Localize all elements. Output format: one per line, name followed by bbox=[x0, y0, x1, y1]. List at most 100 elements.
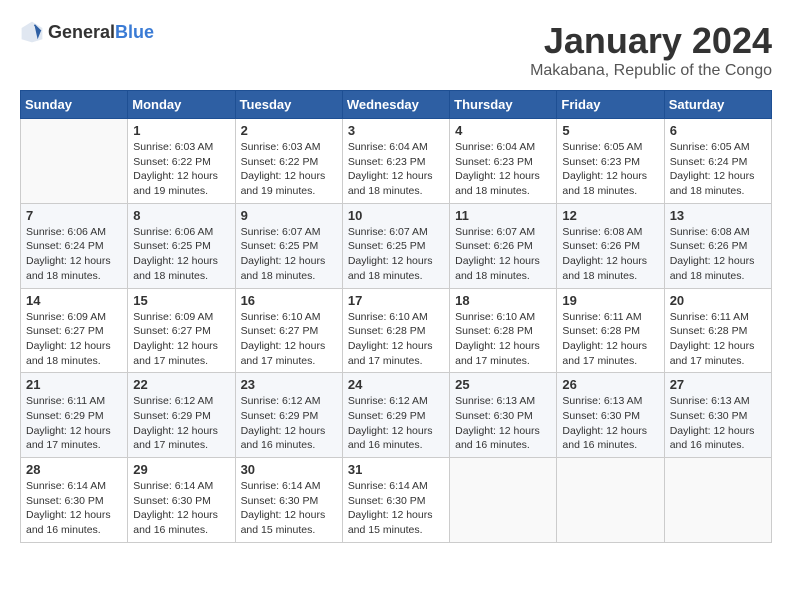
day-number: 28 bbox=[26, 462, 122, 477]
day-number: 16 bbox=[241, 293, 337, 308]
day-info: Sunrise: 6:09 AMSunset: 6:27 PMDaylight:… bbox=[133, 310, 229, 369]
calendar-body: 1 Sunrise: 6:03 AMSunset: 6:22 PMDaylight… bbox=[21, 119, 772, 543]
day-number: 27 bbox=[670, 377, 766, 392]
day-info: Sunrise: 6:03 AMSunset: 6:22 PMDaylight:… bbox=[241, 140, 337, 199]
day-number: 31 bbox=[348, 462, 444, 477]
calendar-cell: 5Sunrise: 6:05 AMSunset: 6:23 PMDaylight… bbox=[557, 119, 664, 204]
day-info: Sunrise: 6:03 AMSunset: 6:22 PMDaylight:… bbox=[133, 140, 229, 199]
day-info: Sunrise: 6:10 AMSunset: 6:28 PMDaylight:… bbox=[455, 310, 551, 369]
calendar-cell: 23 Sunrise: 6:12 AMSunset: 6:29 PMDayligh… bbox=[235, 373, 342, 458]
day-number: 18 bbox=[455, 293, 551, 308]
day-number: 13 bbox=[670, 208, 766, 223]
calendar-week-row: 7 Sunrise: 6:06 AMSunset: 6:24 PMDaylight… bbox=[21, 203, 772, 288]
calendar-week-row: 1 Sunrise: 6:03 AMSunset: 6:22 PMDaylight… bbox=[21, 119, 772, 204]
calendar-cell: 10Sunrise: 6:07 AMSunset: 6:25 PMDayligh… bbox=[342, 203, 449, 288]
calendar-cell: 24 Sunrise: 6:12 AMSunset: 6:29 PMDayligh… bbox=[342, 373, 449, 458]
day-number: 24 bbox=[348, 377, 444, 392]
day-info: Sunrise: 6:05 AMSunset: 6:24 PMDaylight:… bbox=[670, 140, 766, 199]
calendar-cell: 13Sunrise: 6:08 AMSunset: 6:26 PMDayligh… bbox=[664, 203, 771, 288]
general-blue-logo-icon bbox=[20, 20, 44, 44]
day-info: Sunrise: 6:08 AMSunset: 6:26 PMDaylight:… bbox=[562, 225, 658, 284]
day-number: 26 bbox=[562, 377, 658, 392]
calendar-cell: 29 Sunrise: 6:14 AMSunset: 6:30 PMDayligh… bbox=[128, 458, 235, 543]
logo-text: GeneralBlue bbox=[48, 22, 154, 43]
calendar-week-row: 28 Sunrise: 6:14 AMSunset: 6:30 PMDayligh… bbox=[21, 458, 772, 543]
day-number: 9 bbox=[241, 208, 337, 223]
day-of-week-header: Monday bbox=[128, 91, 235, 119]
calendar-cell: 14 Sunrise: 6:09 AMSunset: 6:27 PMDayligh… bbox=[21, 288, 128, 373]
day-of-week-header: Tuesday bbox=[235, 91, 342, 119]
day-info: Sunrise: 6:12 AMSunset: 6:29 PMDaylight:… bbox=[241, 394, 337, 453]
day-of-week-header: Friday bbox=[557, 91, 664, 119]
day-info: Sunrise: 6:14 AMSunset: 6:30 PMDaylight:… bbox=[348, 479, 444, 538]
day-info: Sunrise: 6:14 AMSunset: 6:30 PMDaylight:… bbox=[133, 479, 229, 538]
day-info: Sunrise: 6:11 AMSunset: 6:28 PMDaylight:… bbox=[562, 310, 658, 369]
calendar-cell: 18 Sunrise: 6:10 AMSunset: 6:28 PMDayligh… bbox=[450, 288, 557, 373]
calendar-cell: 28 Sunrise: 6:14 AMSunset: 6:30 PMDayligh… bbox=[21, 458, 128, 543]
calendar-cell: 22Sunrise: 6:12 AMSunset: 6:29 PMDayligh… bbox=[128, 373, 235, 458]
day-number: 3 bbox=[348, 123, 444, 138]
calendar-cell: 3 Sunrise: 6:04 AMSunset: 6:23 PMDaylight… bbox=[342, 119, 449, 204]
day-number: 19 bbox=[562, 293, 658, 308]
calendar-cell: 26 Sunrise: 6:13 AMSunset: 6:30 PMDayligh… bbox=[557, 373, 664, 458]
calendar-header: SundayMondayTuesdayWednesdayThursdayFrid… bbox=[21, 91, 772, 119]
calendar-week-row: 14 Sunrise: 6:09 AMSunset: 6:27 PMDayligh… bbox=[21, 288, 772, 373]
day-number: 11 bbox=[455, 208, 551, 223]
day-number: 20 bbox=[670, 293, 766, 308]
day-of-week-header: Saturday bbox=[664, 91, 771, 119]
day-number: 8 bbox=[133, 208, 229, 223]
day-number: 29 bbox=[133, 462, 229, 477]
calendar-cell: 2 Sunrise: 6:03 AMSunset: 6:22 PMDaylight… bbox=[235, 119, 342, 204]
days-of-week-row: SundayMondayTuesdayWednesdayThursdayFrid… bbox=[21, 91, 772, 119]
day-info: Sunrise: 6:06 AMSunset: 6:25 PMDaylight:… bbox=[133, 225, 229, 284]
day-info: Sunrise: 6:10 AMSunset: 6:28 PMDaylight:… bbox=[348, 310, 444, 369]
calendar-cell: 31 Sunrise: 6:14 AMSunset: 6:30 PMDayligh… bbox=[342, 458, 449, 543]
day-number: 2 bbox=[241, 123, 337, 138]
day-info: Sunrise: 6:14 AMSunset: 6:30 PMDaylight:… bbox=[26, 479, 122, 538]
calendar-cell bbox=[664, 458, 771, 543]
calendar-cell: 1 Sunrise: 6:03 AMSunset: 6:22 PMDaylight… bbox=[128, 119, 235, 204]
day-info: Sunrise: 6:04 AMSunset: 6:23 PMDaylight:… bbox=[348, 140, 444, 199]
day-number: 22 bbox=[133, 377, 229, 392]
day-number: 7 bbox=[26, 208, 122, 223]
calendar-cell bbox=[21, 119, 128, 204]
day-info: Sunrise: 6:06 AMSunset: 6:24 PMDaylight:… bbox=[26, 225, 122, 284]
day-info: Sunrise: 6:13 AMSunset: 6:30 PMDaylight:… bbox=[455, 394, 551, 453]
day-info: Sunrise: 6:11 AMSunset: 6:29 PMDaylight:… bbox=[26, 394, 122, 453]
calendar-cell bbox=[557, 458, 664, 543]
calendar-cell: 8 Sunrise: 6:06 AMSunset: 6:25 PMDaylight… bbox=[128, 203, 235, 288]
subtitle: Makabana, Republic of the Congo bbox=[530, 62, 772, 80]
day-info: Sunrise: 6:07 AMSunset: 6:26 PMDaylight:… bbox=[455, 225, 551, 284]
day-number: 12 bbox=[562, 208, 658, 223]
header: GeneralBlue January 2024 Makabana, Repub… bbox=[20, 20, 772, 80]
day-info: Sunrise: 6:12 AMSunset: 6:29 PMDaylight:… bbox=[348, 394, 444, 453]
main-title: January 2024 bbox=[530, 20, 772, 62]
day-of-week-header: Thursday bbox=[450, 91, 557, 119]
day-of-week-header: Sunday bbox=[21, 91, 128, 119]
day-info: Sunrise: 6:13 AMSunset: 6:30 PMDaylight:… bbox=[562, 394, 658, 453]
day-info: Sunrise: 6:13 AMSunset: 6:30 PMDaylight:… bbox=[670, 394, 766, 453]
day-number: 1 bbox=[133, 123, 229, 138]
logo: GeneralBlue bbox=[20, 20, 154, 44]
day-info: Sunrise: 6:04 AMSunset: 6:23 PMDaylight:… bbox=[455, 140, 551, 199]
day-info: Sunrise: 6:10 AMSunset: 6:27 PMDaylight:… bbox=[241, 310, 337, 369]
calendar-cell: 17Sunrise: 6:10 AMSunset: 6:28 PMDayligh… bbox=[342, 288, 449, 373]
calendar-cell: 15Sunrise: 6:09 AMSunset: 6:27 PMDayligh… bbox=[128, 288, 235, 373]
day-number: 21 bbox=[26, 377, 122, 392]
calendar-cell: 19 Sunrise: 6:11 AMSunset: 6:28 PMDayligh… bbox=[557, 288, 664, 373]
calendar-cell: 6 Sunrise: 6:05 AMSunset: 6:24 PMDaylight… bbox=[664, 119, 771, 204]
calendar-cell: 21 Sunrise: 6:11 AMSunset: 6:29 PMDayligh… bbox=[21, 373, 128, 458]
calendar-cell: 11 Sunrise: 6:07 AMSunset: 6:26 PMDayligh… bbox=[450, 203, 557, 288]
day-info: Sunrise: 6:07 AMSunset: 6:25 PMDaylight:… bbox=[241, 225, 337, 284]
day-number: 10 bbox=[348, 208, 444, 223]
day-number: 23 bbox=[241, 377, 337, 392]
day-number: 14 bbox=[26, 293, 122, 308]
calendar-cell: 12 Sunrise: 6:08 AMSunset: 6:26 PMDayligh… bbox=[557, 203, 664, 288]
day-info: Sunrise: 6:14 AMSunset: 6:30 PMDaylight:… bbox=[241, 479, 337, 538]
day-number: 25 bbox=[455, 377, 551, 392]
calendar-cell: 30Sunrise: 6:14 AMSunset: 6:30 PMDayligh… bbox=[235, 458, 342, 543]
calendar-cell: 9 Sunrise: 6:07 AMSunset: 6:25 PMDaylight… bbox=[235, 203, 342, 288]
day-number: 6 bbox=[670, 123, 766, 138]
calendar-cell: 16 Sunrise: 6:10 AMSunset: 6:27 PMDayligh… bbox=[235, 288, 342, 373]
day-info: Sunrise: 6:09 AMSunset: 6:27 PMDaylight:… bbox=[26, 310, 122, 369]
